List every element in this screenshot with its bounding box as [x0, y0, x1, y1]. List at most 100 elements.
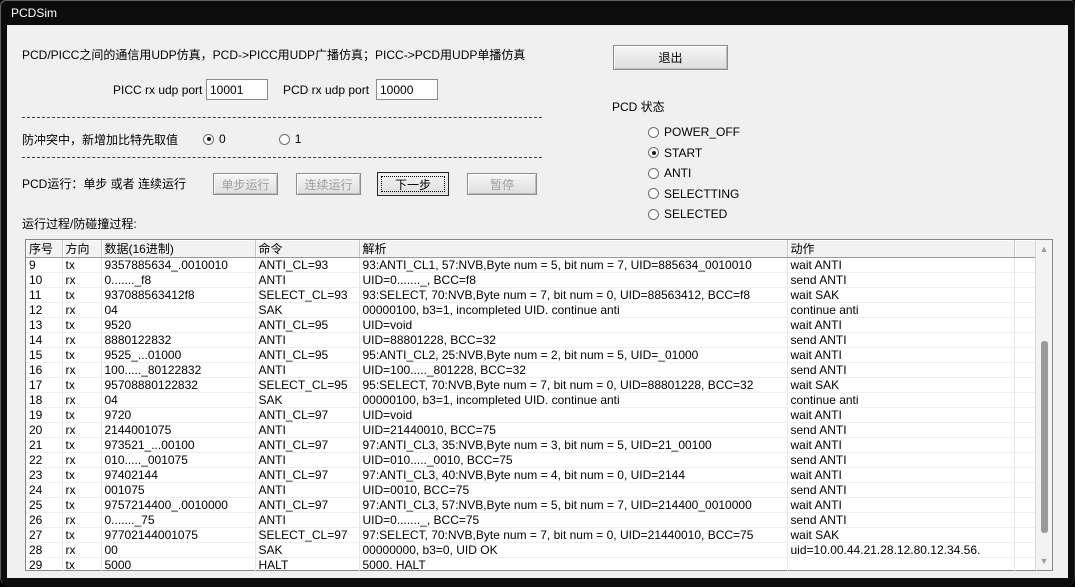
table-row[interactable]: 13tx9520ANTI_CL=95UID=voidwait ANTI [26, 318, 1036, 333]
table-row[interactable]: 22rx010....._001075ANTIUID=010....._0010… [26, 453, 1036, 468]
table-cell: wait ANTI [787, 348, 1014, 363]
table-row[interactable]: 12rx04SAK00000100, b3=1, incompleted UID… [26, 303, 1036, 318]
column-header[interactable]: 方向 [62, 240, 101, 258]
table-cell [1014, 333, 1036, 348]
table-row[interactable]: 21tx973521_...00100ANTI_CL=9797:ANTI_CL3… [26, 438, 1036, 453]
table-row[interactable]: 14rx8880122832ANTIUID=88801228, BCC=32se… [26, 333, 1036, 348]
table-cell: 10 [26, 273, 62, 288]
table-row[interactable]: 25tx9757214400_.0010000ANTI_CL=9797:ANTI… [26, 498, 1036, 513]
table-cell: HALT [255, 558, 359, 573]
table-cell: tx [62, 558, 101, 573]
single-step-run-button[interactable]: 单步运行 [213, 173, 278, 195]
table-cell: 14 [26, 333, 62, 348]
table-cell: ANTI_CL=93 [255, 258, 359, 273]
table-row[interactable]: 29tx5000HALT5000. HALT [26, 558, 1036, 573]
pause-button[interactable]: 暂停 [467, 173, 537, 195]
next-step-button[interactable]: 下一步 [377, 172, 449, 196]
table-cell: UID=0......._, BCC=75 [359, 513, 787, 528]
separator-line [22, 117, 542, 118]
log-caption: 运行过程/防碰撞过程: [22, 215, 137, 232]
table-row[interactable]: 26rx0......._75ANTIUID=0......._, BCC=75… [26, 513, 1036, 528]
column-header[interactable]: 命令 [255, 240, 359, 258]
radio-icon[interactable] [648, 147, 659, 158]
anticollision-option-0[interactable]: 0 [203, 132, 226, 146]
exit-button[interactable]: 退出 [613, 45, 728, 70]
radio-icon[interactable] [203, 134, 214, 145]
anticollision-radio-group: 01 [203, 132, 301, 146]
table-row[interactable]: 10rx0......._f8ANTIUID=0......._, BCC=f8… [26, 273, 1036, 288]
pcd-state-option-selectting[interactable]: SELECTTING [648, 184, 740, 205]
radio-icon[interactable] [648, 209, 659, 220]
table-cell: 00000000, b3=0, UID OK [359, 543, 787, 558]
table-row[interactable]: 23tx97402144ANTI_CL=9797:ANTI_CL3, 40:NV… [26, 468, 1036, 483]
table-row[interactable]: 9tx9357885634_.0010010ANTI_CL=9393:ANTI_… [26, 258, 1036, 273]
pcd-port-input[interactable] [376, 79, 438, 100]
table-cell: 0......._75 [101, 513, 255, 528]
table-row[interactable]: 18rx04SAK00000100, b3=1, incompleted UID… [26, 393, 1036, 408]
table-cell: 9357885634_.0010010 [101, 258, 255, 273]
table-cell: 9720 [101, 408, 255, 423]
table-row[interactable]: 20rx2144001075ANTIUID=21440010, BCC=75se… [26, 423, 1036, 438]
column-header[interactable]: 数据(16进制) [101, 240, 255, 258]
table-cell [1014, 363, 1036, 378]
anticollision-option-1[interactable]: 1 [279, 132, 302, 146]
table-cell [1014, 438, 1036, 453]
table-cell [1014, 288, 1036, 303]
column-header[interactable]: 序号 [26, 240, 62, 258]
vertical-scrollbar[interactable]: ▲ ▼ [1035, 240, 1052, 570]
table-row[interactable]: 19tx9720ANTI_CL=97UID=voidwait ANTI [26, 408, 1036, 423]
table-cell: send ANTI [787, 363, 1014, 378]
table-cell: UID=void [359, 408, 787, 423]
table-row[interactable]: 17tx95708880122832SELECT_CL=9595:SELECT,… [26, 378, 1036, 393]
continuous-run-button[interactable]: 连续运行 [296, 173, 361, 195]
scrollbar-thumb[interactable] [1041, 341, 1048, 533]
column-header-empty[interactable] [1014, 240, 1036, 258]
table-cell: 5000 [101, 558, 255, 573]
table-row[interactable]: 16rx100....._80122832ANTIUID=100....._80… [26, 363, 1036, 378]
pcd-state-option-anti[interactable]: ANTI [648, 163, 740, 184]
radio-icon[interactable] [648, 188, 659, 199]
pcd-port-label: PCD rx udp port [283, 83, 369, 97]
pcd-state-option-start[interactable]: START [648, 143, 740, 164]
pcd-state-option-power_off[interactable]: POWER_OFF [648, 122, 740, 143]
table-cell: SELECT_CL=93 [255, 288, 359, 303]
table-cell: 9 [26, 258, 62, 273]
pcd-state-option-selected[interactable]: SELECTED [648, 204, 740, 225]
table-cell: ANTI [255, 423, 359, 438]
table-cell: 28 [26, 543, 62, 558]
log-table: 序号方向数据(16进制)命令解析动作 9 tx 9357885634_.001001… [25, 239, 1053, 571]
table-cell: 29 [26, 558, 62, 573]
radio-icon[interactable] [279, 134, 290, 145]
radio-icon[interactable] [648, 127, 659, 138]
table-cell: 93:ANTI_CL1, 57:NVB,Byte num = 5, bit nu… [359, 258, 787, 273]
table-cell [1014, 528, 1036, 543]
table-cell: UID=21440010, BCC=75 [359, 423, 787, 438]
title-bar[interactable]: PCDSim [0, 0, 1075, 25]
table-cell: ANTI_CL=95 [255, 318, 359, 333]
table-cell: ANTI_CL=97 [255, 468, 359, 483]
separator-line [22, 157, 542, 158]
table-cell: ANTI [255, 273, 359, 288]
table-row[interactable]: 15tx9525_...01000ANTI_CL=9595:ANTI_CL2, … [26, 348, 1036, 363]
table-row[interactable]: 11tx937088563412f8SELECT_CL=9393:SELECT,… [26, 288, 1036, 303]
table-cell: wait SAK [787, 378, 1014, 393]
table-cell: 16 [26, 363, 62, 378]
table-row[interactable]: 28rx00SAK00000000, b3=0, UID OKuid=10.00… [26, 543, 1036, 558]
radio-icon[interactable] [648, 168, 659, 179]
table-cell: rx [62, 453, 101, 468]
table-cell: 9520 [101, 318, 255, 333]
table-cell: 23 [26, 468, 62, 483]
picc-port-input[interactable] [206, 79, 268, 100]
table-row[interactable]: 27tx97702144001075SELECT_CL=9797:SELECT,… [26, 528, 1036, 543]
table-cell: 95:ANTI_CL2, 25:NVB,Byte num = 2, bit nu… [359, 348, 787, 363]
column-header[interactable]: 动作 [787, 240, 1014, 258]
radio-label: SELECTED [664, 207, 727, 221]
scroll-up-icon[interactable]: ▲ [1036, 241, 1052, 257]
table-cell: wait ANTI [787, 258, 1014, 273]
table-row[interactable]: 24rx001075ANTIUID=0010, BCC=75send ANTI [26, 483, 1036, 498]
table-cell [1014, 498, 1036, 513]
table-cell: rx [62, 303, 101, 318]
column-header[interactable]: 解析 [359, 240, 787, 258]
scroll-down-icon[interactable]: ▼ [1036, 553, 1052, 569]
table-cell: 93:SELECT, 70:NVB,Byte num = 7, bit num … [359, 288, 787, 303]
